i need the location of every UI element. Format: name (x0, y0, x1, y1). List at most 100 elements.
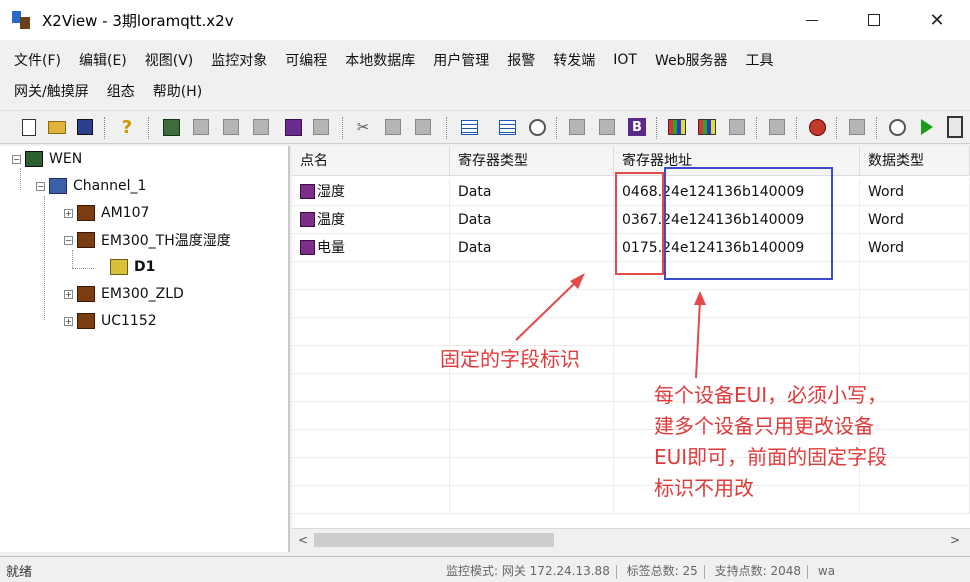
annotation-note-line: EUI即可，前面的固定字段 (654, 445, 888, 469)
column-header-data-type[interactable]: 数据类型 (860, 146, 970, 176)
menu-forwarder[interactable]: 转发端 (553, 50, 595, 70)
project-icon (25, 151, 43, 167)
paste-icon[interactable] (412, 116, 434, 138)
expand-icon[interactable]: + (64, 289, 73, 299)
device-icon (77, 313, 95, 329)
menu-help[interactable]: 帮助(H) (153, 81, 202, 101)
copy-icon[interactable] (382, 116, 404, 138)
annotation-fixed-field-label: 固定的字段标识 (440, 347, 580, 371)
gray-tool-icon[interactable] (190, 116, 212, 138)
tools-icon[interactable] (596, 116, 618, 138)
tree-channel[interactable]: − Channel_1 (36, 175, 146, 197)
new-doc-icon[interactable] (18, 116, 40, 138)
scroll-right-icon[interactable]: > (946, 531, 964, 549)
register-type-cell: Data (450, 178, 614, 206)
open-folder-icon[interactable] (46, 116, 68, 138)
purple-tool-icon[interactable] (282, 116, 304, 138)
collapse-icon[interactable]: − (12, 154, 21, 164)
window-title: X2View - 3期loramqtt.x2v (42, 11, 234, 30)
b-icon[interactable]: B (626, 116, 648, 138)
save-icon[interactable] (74, 116, 96, 138)
tree-device-uc1152[interactable]: + UC1152 (64, 310, 157, 332)
grid-icon[interactable] (160, 116, 182, 138)
properties-icon[interactable] (310, 116, 332, 138)
clock-icon[interactable] (526, 116, 548, 138)
menu-row-1: 文件(F) 编辑(E) 视图(V) 监控对象 可编程 本地数据库 用户管理 报警… (14, 46, 792, 74)
data-type-cell: Word (860, 206, 970, 234)
scrollbar-thumb[interactable] (314, 533, 554, 547)
expand-icon[interactable]: + (64, 208, 73, 218)
annotation-note-line: 建多个设备只用更改设备 (654, 414, 874, 438)
toolbar-separator (836, 117, 837, 139)
list-icon[interactable] (458, 116, 480, 138)
tree-label: AM107 (101, 205, 150, 221)
empty-row (292, 290, 970, 318)
menu-alarm[interactable]: 报警 (507, 50, 535, 70)
device-icon[interactable] (846, 116, 868, 138)
eye-icon[interactable] (886, 116, 908, 138)
menu-bar: 文件(F) 编辑(E) 视图(V) 监控对象 可编程 本地数据库 用户管理 报警… (0, 42, 970, 108)
status-tag-count: 标签总数: 25 (626, 564, 698, 578)
menu-configuration[interactable]: 组态 (107, 81, 135, 101)
gray-tool-icon[interactable] (220, 116, 242, 138)
toolbar-separator (556, 117, 557, 139)
collapse-icon[interactable]: − (36, 181, 45, 191)
status-ready: 就绪 (6, 565, 33, 580)
empty-row (292, 346, 970, 374)
empty-row (292, 318, 970, 346)
data-type-cell: Word (860, 178, 970, 206)
toolbar-separator (756, 117, 757, 139)
status-mode: 监控模式: 网关 172.24.13.88 (446, 564, 610, 578)
menu-tools[interactable]: 工具 (746, 50, 774, 70)
scroll-left-icon[interactable]: < (294, 531, 312, 549)
menu-user-management[interactable]: 用户管理 (433, 50, 489, 70)
status-extra: wa (817, 564, 836, 578)
stop-icon[interactable] (944, 116, 966, 138)
toolbar-separator (796, 117, 797, 139)
alarm-icon[interactable] (806, 116, 828, 138)
tools-icon[interactable] (566, 116, 588, 138)
menu-row-2: 网关/触摸屏 组态 帮助(H) (14, 77, 220, 105)
tree-device-em300-th[interactable]: − EM300_TH温度湿度 (64, 229, 231, 251)
close-button[interactable]: ✕ (914, 0, 960, 40)
menu-edit[interactable]: 编辑(E) (79, 50, 127, 70)
help-icon[interactable]: ? (116, 116, 138, 138)
list-icon[interactable] (496, 116, 518, 138)
app-logo-icon (10, 9, 32, 31)
run-icon[interactable] (916, 116, 938, 138)
point-icon (300, 184, 315, 199)
tree-device-em300-zld[interactable]: + EM300_ZLD (64, 283, 184, 305)
cut-icon[interactable]: ✂ (352, 116, 374, 138)
collapse-icon[interactable]: − (64, 235, 73, 245)
menu-file[interactable]: 文件(F) (14, 50, 61, 70)
point-name-cell: 温度 (292, 206, 450, 234)
toolbar-separator (148, 117, 149, 139)
menu-web-server[interactable]: Web服务器 (655, 50, 728, 70)
menu-local-database[interactable]: 本地数据库 (345, 50, 415, 70)
menu-iot[interactable]: IOT (613, 52, 637, 68)
register-type-cell: Data (450, 234, 614, 262)
minimize-button[interactable] (789, 0, 835, 40)
tree-node-d1[interactable]: D1 (110, 256, 155, 278)
expand-icon[interactable]: + (64, 316, 73, 326)
horizontal-scrollbar[interactable]: < > (292, 528, 970, 550)
annotation-red-box (615, 172, 664, 275)
chart-icon[interactable] (666, 116, 688, 138)
menu-monitor-objects[interactable]: 监控对象 (211, 50, 267, 70)
toolbar-separator (876, 117, 877, 139)
status-details: 监控模式: 网关 172.24.13.88 标签总数: 25 支持点数: 204… (446, 562, 835, 579)
maximize-button[interactable] (851, 0, 897, 40)
chart-icon[interactable] (696, 116, 718, 138)
tree-root-wen[interactable]: − WEN (12, 148, 82, 170)
menu-view[interactable]: 视图(V) (145, 50, 194, 70)
window-icon[interactable] (726, 116, 748, 138)
column-header-point-name[interactable]: 点名 (292, 146, 450, 176)
annotation-note-line: 标识不用改 (654, 476, 754, 500)
tree-device-am107[interactable]: + AM107 (64, 202, 149, 224)
menu-gateway-touchscreen[interactable]: 网关/触摸屏 (14, 81, 89, 101)
menu-programmable[interactable]: 可编程 (285, 50, 327, 70)
column-header-register-type[interactable]: 寄存器类型 (450, 146, 614, 176)
gray-tool-icon[interactable] (250, 116, 272, 138)
toolbar-separator (446, 117, 447, 139)
gateway-icon[interactable] (766, 116, 788, 138)
